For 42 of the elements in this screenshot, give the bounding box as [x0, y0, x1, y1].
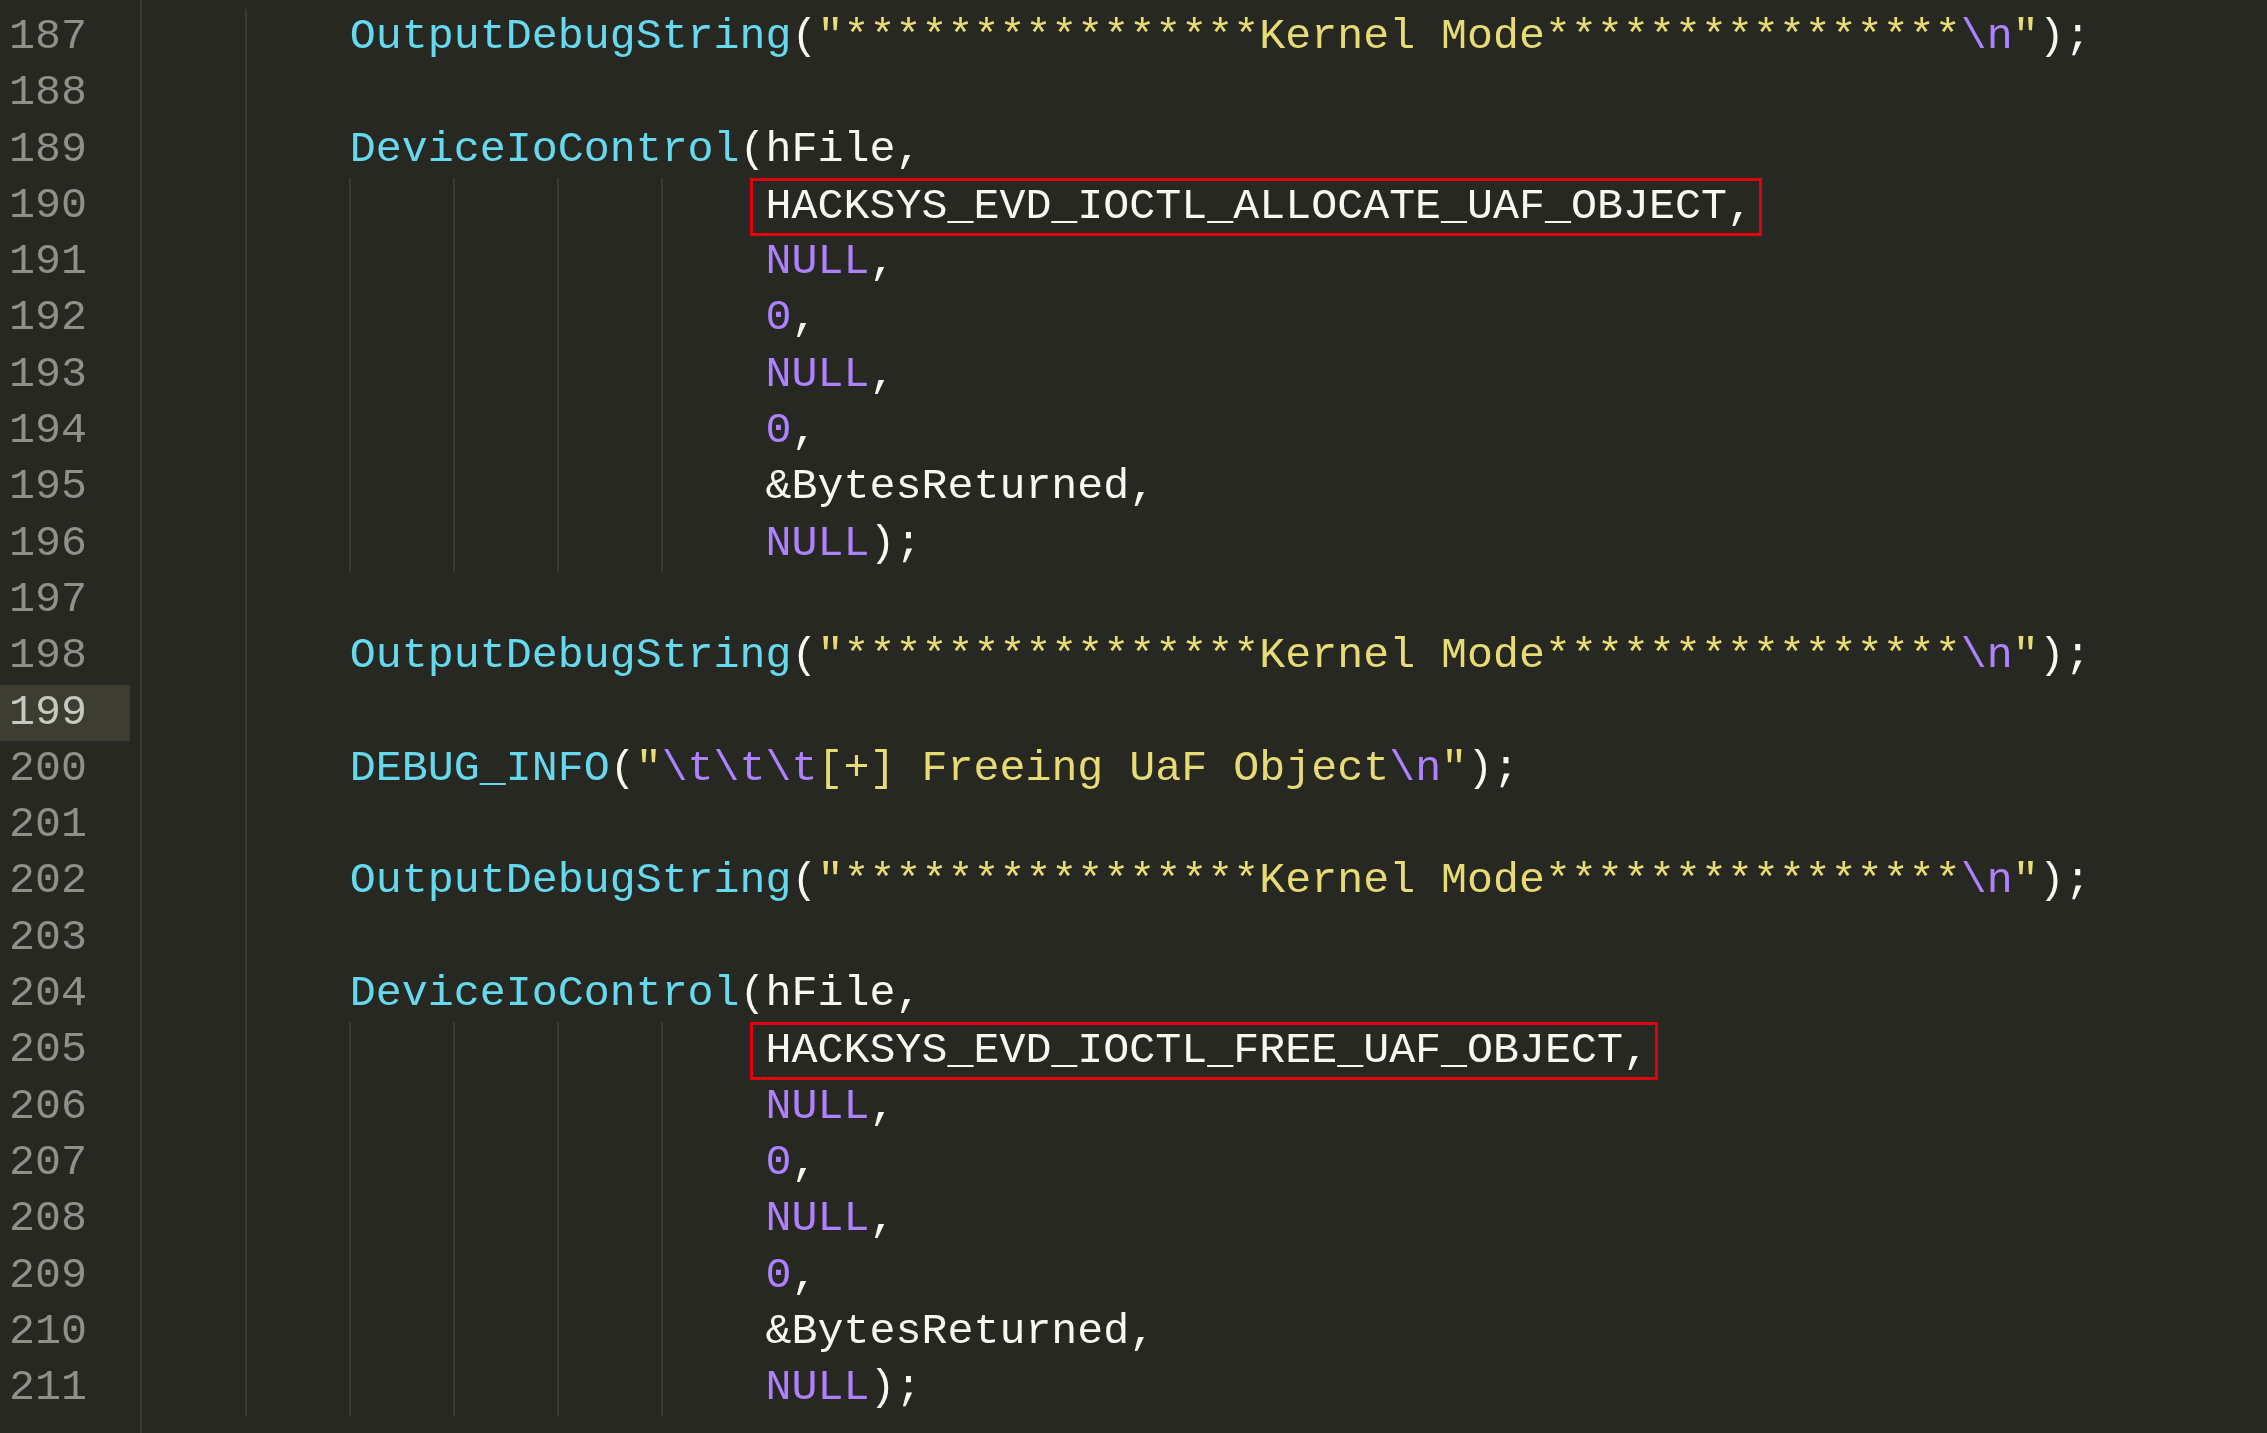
code-line: NULL,	[765, 236, 896, 289]
line-number: 192	[0, 290, 142, 347]
line-number: 208	[0, 1191, 142, 1248]
code-line: OutputDebugString("****************Kernel Mode****************\n");	[349, 11, 2091, 63]
code-line: 0,	[765, 405, 818, 458]
code-line: &BytesReturned,	[765, 461, 1156, 514]
code-line: NULL,	[765, 1193, 896, 1246]
code-line: &BytesReturned,	[765, 1305, 1156, 1358]
line-number: 191	[0, 234, 142, 291]
code-line: NULL,	[765, 1080, 896, 1133]
code-line: 0,	[765, 1136, 818, 1189]
line-number: 197	[0, 571, 142, 629]
line-number: 203	[0, 909, 142, 967]
code-line: NULL,	[765, 348, 896, 401]
line-number: 205	[0, 1022, 142, 1079]
line-number: 200	[0, 740, 142, 798]
line-number: 207	[0, 1134, 142, 1192]
line-number: 188	[0, 65, 142, 122]
code-line: 0,	[765, 1249, 818, 1302]
line-number: 195	[0, 459, 142, 516]
line-number: 189	[0, 121, 142, 178]
line-number: 198	[0, 628, 142, 685]
line-number: 196	[0, 515, 142, 572]
line-number: 194	[0, 403, 142, 460]
line-number: 209	[0, 1247, 142, 1304]
line-number: 190	[0, 177, 142, 235]
code-line: 0,	[765, 292, 818, 345]
code-line: NULL);	[765, 1362, 922, 1415]
line-number: 202	[0, 853, 142, 910]
line-number: 204	[0, 966, 142, 1023]
code-line: DeviceIoControl(hFile,	[349, 123, 922, 176]
code-line: NULL);	[765, 517, 922, 570]
code-line: OutputDebugString("****************Kernel Mode****************\n");	[349, 630, 2091, 683]
line-number: 210	[0, 1303, 142, 1361]
code-line: DeviceIoControl(hFile,	[349, 968, 922, 1021]
line-number: 206	[0, 1078, 142, 1135]
code-line: OutputDebugString("****************Kernel Mode****************\n");	[349, 855, 2091, 908]
line-number: 193	[0, 346, 142, 404]
line-number: 187	[0, 9, 142, 66]
line-number: 211	[0, 1360, 142, 1417]
code-line: DEBUG_INFO("\t\t\t[+] Freeing UaF Object\n");	[349, 742, 1520, 795]
line-number: 201	[0, 797, 142, 854]
